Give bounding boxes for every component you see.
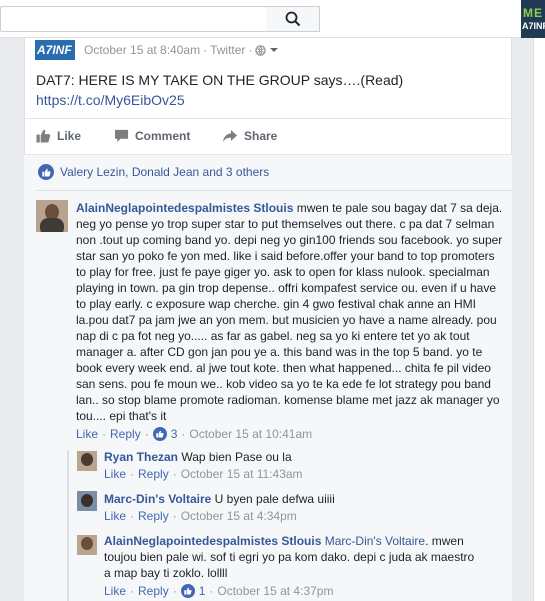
sidebar-page-thumbnail[interactable]: ME A7INF — [521, 0, 545, 38]
reply-timestamp[interactable]: October 15 at 11:43am — [181, 467, 303, 481]
like-label: Like — [57, 129, 82, 143]
reply-text: U byen pale defwa uiiii — [214, 492, 335, 506]
thumb-line-2: A7INF — [522, 21, 545, 31]
meta-separator: · — [203, 43, 208, 57]
comment-icon — [114, 129, 129, 143]
post-timestamp[interactable]: October 15 at 8:40am — [84, 43, 200, 57]
reply-author[interactable]: AlainNeglapointedespalmistes Stlouis — [104, 534, 321, 548]
avatar[interactable] — [36, 200, 68, 232]
post-text: DAT7: HERE IS MY TAKE ON THE GROUP says…… — [36, 72, 404, 88]
reaction-count[interactable]: 1 — [199, 584, 206, 598]
reply-text: Wap bien Pase ou la — [181, 450, 292, 464]
search-button[interactable] — [266, 6, 320, 32]
avatar[interactable] — [77, 535, 97, 555]
like-button[interactable]: Like — [36, 129, 81, 143]
comment-label: Comment — [135, 129, 191, 143]
meta-separator: · — [130, 584, 135, 598]
meta-separator: · — [130, 467, 135, 481]
post-link[interactable]: https://t.co/My6EibOv25 — [36, 92, 185, 108]
comment-author[interactable]: AlainNeglapointedespalmistes Stlouis — [76, 201, 293, 215]
reply-meta: Like · Reply · October 15 at 4:34pm — [104, 509, 297, 523]
likes-summary-text: Valery Lezin, Donald Jean and 3 others — [60, 165, 270, 179]
reply-reply-link[interactable]: Reply — [138, 467, 169, 481]
post-meta: October 15 at 8:40am · Twitter · — [84, 43, 279, 57]
reply-author[interactable]: Ryan Thezan — [104, 450, 178, 464]
chevron-down-icon[interactable] — [269, 46, 279, 54]
reply-reply-link[interactable]: Reply — [138, 509, 169, 523]
reply-mention[interactable]: Marc-Din's Voltaire — [325, 534, 425, 548]
reply-author[interactable]: Marc-Din's Voltaire — [104, 492, 211, 506]
reply-like-link[interactable]: Like — [104, 509, 126, 523]
right-panel-edge — [533, 38, 545, 601]
reply: Marc-Din's Voltaire U byen pale defwa ui… — [104, 491, 504, 507]
meta-separator: · — [248, 43, 253, 57]
page-logo-text: A7INF — [37, 43, 72, 57]
meta-separator: · — [144, 427, 149, 441]
comment-reply-link[interactable]: Reply — [110, 427, 141, 441]
reply-timestamp[interactable]: October 15 at 4:34pm — [181, 509, 297, 523]
reply: Ryan Thezan Wap bien Pase ou la — [104, 449, 504, 465]
likes-summary-row[interactable]: Valery Lezin, Donald Jean and 3 others — [38, 164, 269, 180]
meta-separator: · — [172, 509, 177, 523]
reply-thread-line — [67, 450, 69, 601]
reply: AlainNeglapointedespalmistes Stlouis Mar… — [104, 533, 484, 581]
comment-timestamp[interactable]: October 15 at 10:41am — [189, 427, 312, 441]
reply-timestamp[interactable]: October 15 at 4:37pm — [217, 584, 333, 598]
globe-icon — [255, 44, 267, 56]
page-logo[interactable]: A7INF — [35, 40, 75, 60]
meta-separator: · — [102, 427, 107, 441]
search-icon — [285, 11, 300, 27]
top-bar: ME A7INF — [0, 0, 545, 38]
reply-reply-link[interactable]: Reply — [138, 584, 169, 598]
comment-like-link[interactable]: Like — [76, 427, 98, 441]
reply-like-link[interactable]: Like — [104, 584, 126, 598]
share-icon — [223, 130, 237, 142]
meta-separator: · — [181, 427, 186, 441]
comment: AlainNeglapointedespalmistes Stlouis mwe… — [76, 200, 506, 424]
meta-separator: · — [172, 467, 177, 481]
thumb-line-1: ME — [523, 6, 543, 20]
like-badge-icon — [38, 164, 54, 180]
meta-separator: · — [130, 509, 135, 523]
reply-meta: Like · Reply · October 15 at 11:43am — [104, 467, 303, 481]
reply-like-link[interactable]: Like — [104, 467, 126, 481]
avatar[interactable] — [77, 491, 97, 511]
avatar[interactable] — [77, 451, 97, 471]
like-badge-icon — [180, 584, 195, 598]
comment-button[interactable]: Comment — [114, 129, 190, 143]
meta-separator: · — [172, 584, 177, 598]
share-label: Share — [244, 129, 278, 143]
divider — [36, 190, 512, 191]
post-action-bar: Like Comment Share — [24, 118, 512, 154]
like-badge-icon — [152, 427, 167, 441]
like-icon — [36, 129, 51, 143]
meta-separator: · — [209, 584, 214, 598]
reaction-count[interactable]: 3 — [171, 427, 178, 441]
post-source: Twitter — [210, 43, 246, 57]
share-button[interactable]: Share — [222, 129, 277, 143]
comment-text: mwen te pale sou bagay dat 7 sa deja. ne… — [76, 201, 503, 423]
reply-meta: Like · Reply · 1 · October 15 at 4:37pm — [104, 584, 333, 598]
comment-meta: Like · Reply · 3 · October 15 at 10:41am — [76, 427, 312, 441]
